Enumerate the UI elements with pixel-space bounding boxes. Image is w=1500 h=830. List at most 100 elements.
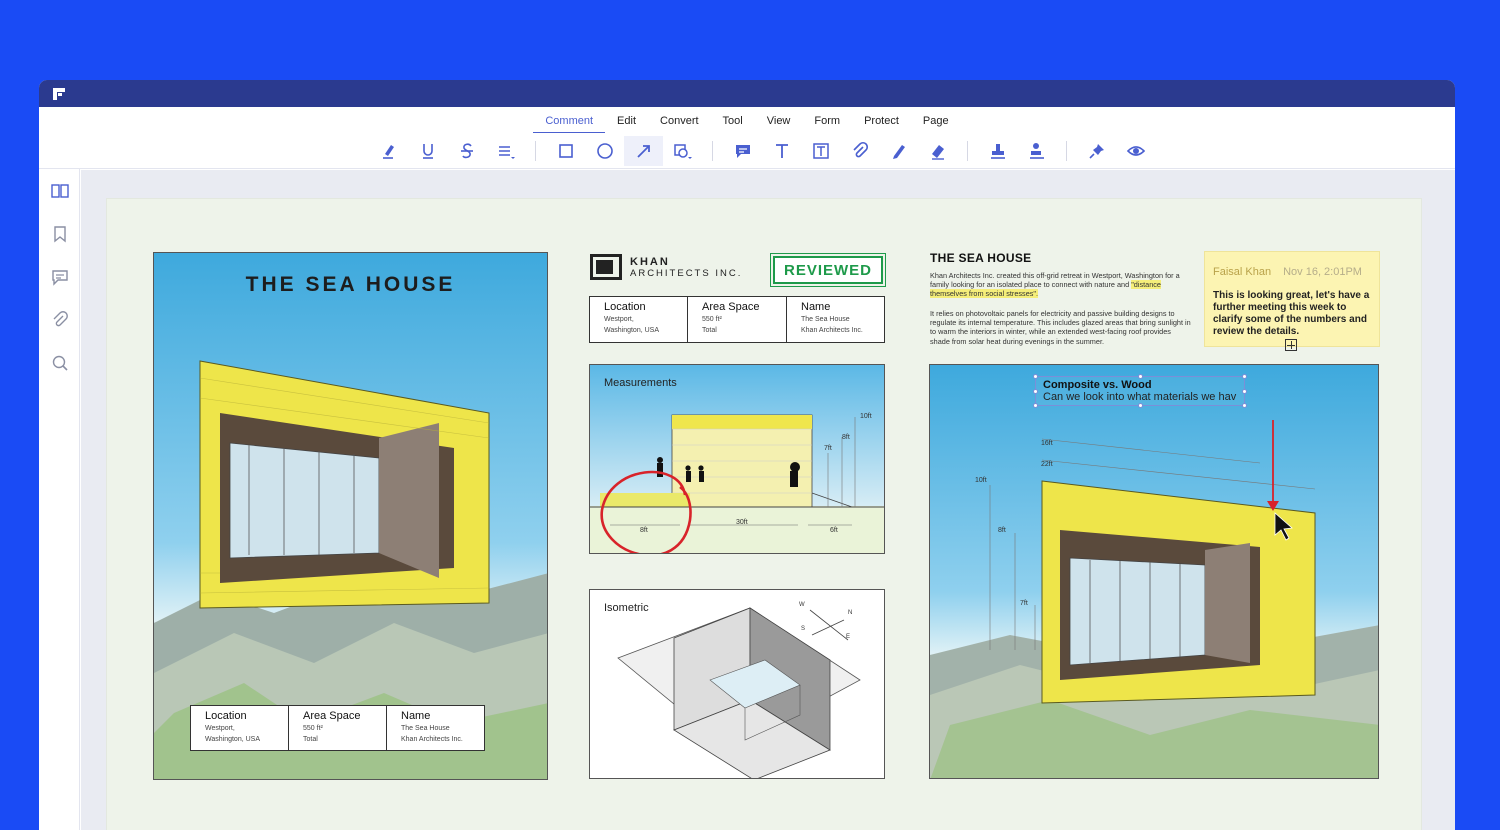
sticky-author: Faisal Khan xyxy=(1213,266,1272,278)
resize-handle[interactable] xyxy=(1138,403,1143,408)
poster-name-cell: Name The Sea House Khan Architects Inc. xyxy=(387,706,484,750)
search-icon[interactable] xyxy=(39,341,80,384)
info-sub: Westport, xyxy=(205,725,235,732)
resize-handle[interactable] xyxy=(1242,389,1247,394)
bookmark-icon[interactable] xyxy=(39,212,80,255)
signature-stamp-icon[interactable] xyxy=(1017,136,1056,166)
info-head: Location xyxy=(205,710,247,722)
poster-info-table: Location Westport, Washington, USA Area … xyxy=(190,705,485,751)
measurements-diagram: Measurements 10ft 8ft 7ft 8ft 30ft 6ft xyxy=(589,364,885,554)
info-head: Name xyxy=(801,301,831,313)
resize-handle[interactable] xyxy=(1033,389,1038,394)
annotation-toolbar xyxy=(39,133,1455,169)
info-sub: 550 ft² xyxy=(303,725,323,732)
compass-w: W xyxy=(799,602,805,608)
comment-icon[interactable] xyxy=(723,136,762,166)
dim-label: 7ft xyxy=(824,445,832,452)
info-sub: 550 ft² xyxy=(702,316,722,323)
tab-form[interactable]: Form xyxy=(802,115,852,133)
text-annotation-box[interactable]: Composite vs. Wood Can we look into what… xyxy=(1033,374,1247,408)
sticky-body: This is looking great, let's have a furt… xyxy=(1213,290,1370,337)
tab-convert[interactable]: Convert xyxy=(648,115,711,133)
highlight-icon[interactable] xyxy=(369,136,408,166)
compass-s: S xyxy=(801,626,806,632)
text-list-icon[interactable] xyxy=(486,136,525,166)
annotated-house-image: 16ft 22ft 10ft 8ft 7ft Composite vs. Woo… xyxy=(929,364,1379,779)
info-sub: Washington, USA xyxy=(205,736,260,743)
ellipse-icon[interactable] xyxy=(585,136,624,166)
info-head: Area Space xyxy=(303,710,361,722)
logo-name: KHAN xyxy=(630,255,670,268)
text-annotation-input[interactable]: Can we look into what materials we hav xyxy=(1043,391,1237,403)
info-sub: Westport, xyxy=(604,316,634,323)
document-page: THE SEA HOUSE Location Westport, Washing… xyxy=(106,198,1422,830)
dim-label: 7ft xyxy=(1020,600,1028,607)
arrow-icon[interactable] xyxy=(624,135,663,166)
isometric-drawing xyxy=(617,607,861,778)
shapes-icon[interactable] xyxy=(663,136,702,166)
menu-bar: Comment Edit Convert Tool View Form Prot… xyxy=(39,107,1455,133)
tab-comment[interactable]: Comment xyxy=(533,115,606,133)
tab-protect[interactable]: Protect xyxy=(852,115,911,133)
compass-e: E xyxy=(846,634,851,640)
text-icon[interactable] xyxy=(762,136,801,166)
textbox-icon[interactable] xyxy=(801,136,840,166)
resize-handle[interactable] xyxy=(1033,403,1038,408)
location-cell: Location Westport, Washington, USA xyxy=(590,297,688,342)
text-annotation-title[interactable]: Composite vs. Wood xyxy=(1043,379,1237,391)
article-title: THE SEA HOUSE xyxy=(930,251,1032,265)
area-cell: Area Space 550 ft² Total xyxy=(688,297,787,342)
article-paragraph-2: It relies on photovoltaic panels for ele… xyxy=(930,309,1191,346)
resize-handle[interactable] xyxy=(1138,374,1143,379)
tab-page[interactable]: Page xyxy=(911,115,961,133)
sea-house-illustration xyxy=(154,360,547,779)
info-head: Name xyxy=(401,710,431,722)
strikethrough-icon[interactable] xyxy=(447,136,486,166)
tab-edit[interactable]: Edit xyxy=(605,115,648,133)
titlebar xyxy=(39,80,1455,107)
project-info-table: Location Westport, Washington, USA Area … xyxy=(589,296,885,343)
dim-label: 10ft xyxy=(975,477,987,484)
dim-label: 10ft xyxy=(860,413,872,420)
name-cell: Name The Sea House Khan Architects Inc. xyxy=(787,297,884,342)
info-sub: Washington, USA xyxy=(604,327,659,334)
tab-tool[interactable]: Tool xyxy=(711,115,755,133)
resize-handle[interactable] xyxy=(1242,403,1247,408)
compass-n: N xyxy=(848,610,853,616)
thumbnails-icon[interactable] xyxy=(39,169,80,212)
dim-label: 6ft xyxy=(830,527,838,534)
khan-logo: KHAN ARCHITECTS INC. xyxy=(590,254,742,280)
dim-label: 16ft xyxy=(1041,440,1053,447)
attachment-icon[interactable] xyxy=(840,136,879,166)
dim-label: 8ft xyxy=(842,434,850,441)
khan-logo-icon xyxy=(590,254,622,280)
info-head: Location xyxy=(604,301,646,313)
eye-icon[interactable] xyxy=(1116,136,1155,166)
attachments-icon[interactable] xyxy=(39,298,80,341)
sticky-note[interactable]: Faisal Khan Nov 16, 2:01PM This is lookin… xyxy=(1204,251,1380,347)
poster-location-cell: Location Westport, Washington, USA xyxy=(191,706,289,750)
add-note-icon[interactable] xyxy=(1285,339,1297,351)
resize-handle[interactable] xyxy=(1242,374,1247,379)
rectangle-icon[interactable] xyxy=(546,136,585,166)
dim-label: 8ft xyxy=(998,527,1006,534)
poster-title: THE SEA HOUSE xyxy=(245,273,456,296)
isometric-diagram: Isometric W N S E xyxy=(589,589,885,779)
underline-icon[interactable] xyxy=(408,136,447,166)
reviewed-stamp[interactable]: REVIEWED xyxy=(770,253,886,287)
app-window: Comment Edit Convert Tool View Form Prot… xyxy=(39,80,1455,830)
stamp-icon[interactable] xyxy=(978,136,1017,166)
tab-view[interactable]: View xyxy=(755,115,803,133)
info-sub: Total xyxy=(303,736,318,743)
eraser-icon[interactable] xyxy=(918,136,957,166)
comments-icon[interactable] xyxy=(39,255,80,298)
pencil-icon[interactable] xyxy=(879,136,918,166)
info-sub: The Sea House xyxy=(401,725,450,732)
dim-label: 30ft xyxy=(736,519,748,526)
annotated-house-illustration xyxy=(930,420,1378,778)
app-logo-icon xyxy=(53,88,65,100)
info-sub: Khan Architects Inc. xyxy=(401,736,463,743)
resize-handle[interactable] xyxy=(1033,374,1038,379)
document-canvas[interactable]: THE SEA HOUSE Location Westport, Washing… xyxy=(81,170,1455,830)
pin-icon[interactable] xyxy=(1077,136,1116,166)
